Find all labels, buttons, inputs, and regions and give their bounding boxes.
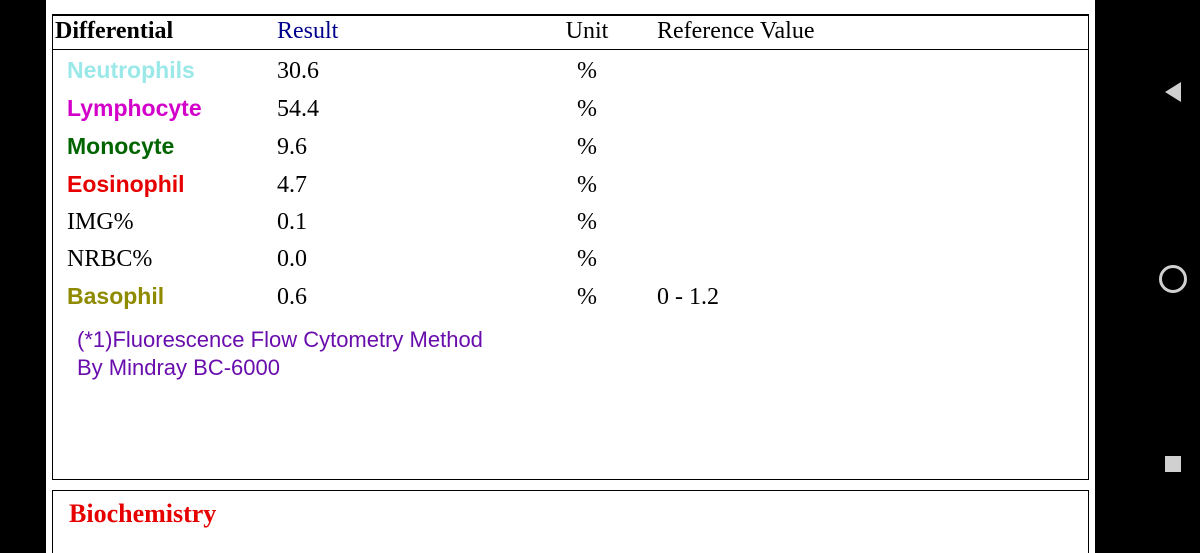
table-row: Lymphocyte54.4% — [67, 90, 1088, 128]
android-nav-bar — [1145, 0, 1200, 553]
nav-back-icon[interactable] — [1165, 82, 1181, 102]
row-label: Lymphocyte — [67, 95, 277, 122]
table-header: Differential Result Unit Reference Value — [53, 16, 1088, 50]
row-unit: % — [517, 209, 657, 236]
nav-recents-icon[interactable] — [1165, 456, 1181, 472]
table-row: Eosinophil4.7% — [67, 166, 1088, 204]
table-row: Monocyte9.6% — [67, 128, 1088, 166]
method-line2: By Mindray BC-6000 — [77, 354, 1088, 382]
table-body: Neutrophils30.6%Lymphocyte54.4%Monocyte9… — [53, 50, 1088, 316]
table-row: Basophil0.6%0 - 1.2 — [67, 278, 1088, 316]
row-label: Neutrophils — [67, 57, 277, 84]
row-result: 54.4 — [277, 96, 517, 123]
table-row: IMG%0.1% — [67, 204, 1088, 241]
nav-home-icon[interactable] — [1159, 265, 1187, 293]
document-page: Differential Result Unit Reference Value… — [46, 0, 1095, 553]
method-note: (*1)Fluorescence Flow Cytometry Method B… — [53, 316, 1088, 381]
row-result: 0.0 — [277, 246, 517, 273]
row-reference: 0 - 1.2 — [657, 284, 917, 311]
row-label: Eosinophil — [67, 171, 277, 198]
header-parameter: Differential — [55, 18, 277, 45]
row-label: Basophil — [67, 283, 277, 310]
row-unit: % — [517, 172, 657, 199]
row-result: 30.6 — [277, 58, 517, 85]
row-unit: % — [517, 58, 657, 85]
row-result: 0.6 — [277, 284, 517, 311]
row-unit: % — [517, 134, 657, 161]
row-label: NRBC% — [67, 246, 277, 273]
biochemistry-panel: Biochemistry — [52, 490, 1089, 553]
table-row: Neutrophils30.6% — [67, 52, 1088, 90]
row-unit: % — [517, 246, 657, 273]
header-reference: Reference Value — [657, 18, 917, 45]
section-title-biochemistry: Biochemistry — [69, 499, 216, 528]
table-row: NRBC%0.0% — [67, 241, 1088, 278]
method-line1: (*1)Fluorescence Flow Cytometry Method — [77, 326, 1088, 354]
differential-panel: Differential Result Unit Reference Value… — [52, 14, 1089, 480]
row-label: IMG% — [67, 209, 277, 236]
row-unit: % — [517, 96, 657, 123]
row-label: Monocyte — [67, 133, 277, 160]
header-unit: Unit — [517, 18, 657, 45]
row-result: 0.1 — [277, 209, 517, 236]
row-result: 4.7 — [277, 172, 517, 199]
screen: Differential Result Unit Reference Value… — [0, 0, 1200, 553]
row-result: 9.6 — [277, 134, 517, 161]
header-result: Result — [277, 18, 517, 45]
row-unit: % — [517, 284, 657, 311]
